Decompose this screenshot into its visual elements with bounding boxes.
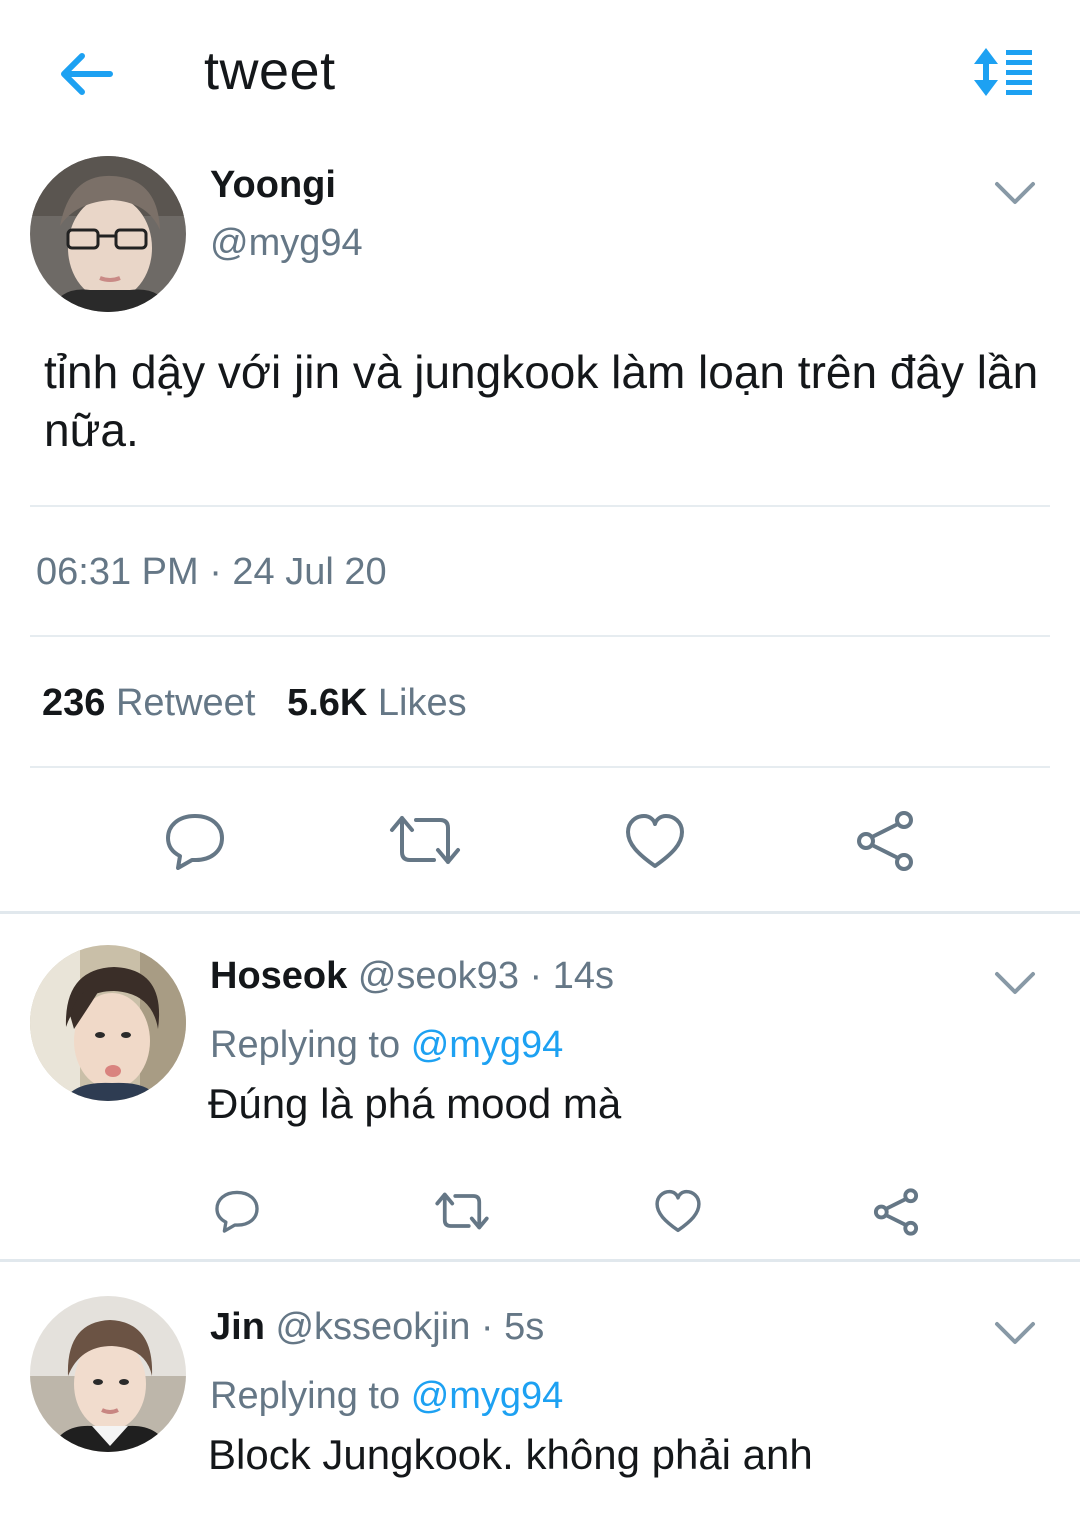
reply-author-handle[interactable]: @ksseokjin [275,1306,470,1348]
replying-label: Replying to [210,1375,401,1417]
author-name[interactable]: Yoongi [210,164,336,207]
tweet-text: tỉnh dậy với jin và jungkook làm loạn tr… [44,346,1039,456]
reply-header: Hoseok @seok93 · 14s [210,955,614,998]
divider [30,635,1050,637]
retweet-icon[interactable] [434,1190,490,1232]
reply-time: · 14s [529,955,615,997]
mention-link[interactable]: @myg94 [411,1024,564,1066]
replying-to: Replying to @myg94 [210,1375,563,1418]
replying-label: Replying to [210,1024,401,1066]
page-title: tweet [204,41,336,101]
share-icon[interactable] [872,1188,920,1236]
likes-count[interactable]: 5.6K [287,682,367,724]
mention-link[interactable]: @myg94 [411,1375,564,1417]
reply-header: Jin @ksseokjin · 5s [210,1306,544,1349]
back-arrow-icon[interactable] [56,50,116,98]
divider [30,505,1050,507]
avatar-yoongi[interactable] [30,156,186,312]
reply-icon[interactable] [164,812,226,870]
replying-to: Replying to @myg94 [210,1024,563,1067]
share-icon[interactable] [854,810,916,872]
like-heart-icon[interactable] [654,1188,702,1234]
avatar-hoseok[interactable] [30,945,186,1101]
reply-time: · 5s [480,1306,545,1348]
reply-text: Đúng là phá mood mà [208,1080,622,1127]
chevron-down-icon[interactable] [993,178,1037,208]
reply-text: Block Jungkook. không phải anh [208,1431,813,1478]
retweet-count[interactable]: 236 [42,682,105,724]
top-bar: tweet [0,0,1080,140]
reply-author-name[interactable]: Jin [210,1306,265,1348]
reply-icon[interactable] [214,1188,260,1234]
retweet-label[interactable]: Retweet [116,682,255,724]
section-divider [0,1259,1080,1262]
retweet-icon[interactable] [388,812,462,868]
section-divider [0,911,1080,914]
reply-author-name[interactable]: Hoseok [210,955,347,997]
chevron-down-icon[interactable] [993,968,1037,998]
chevron-down-icon[interactable] [993,1318,1037,1348]
like-heart-icon[interactable] [624,812,686,870]
reply-author-handle[interactable]: @seok93 [358,955,519,997]
likes-label[interactable]: Likes [378,682,467,724]
tweet-timestamp: 06:31 PM · 24 Jul 20 [36,551,387,593]
sort-list-icon[interactable] [970,46,1036,98]
divider [30,766,1050,768]
avatar-jin[interactable] [30,1296,186,1452]
tweet-stats: 236 Retweet 5.6K Likes [42,682,467,725]
author-handle[interactable]: @myg94 [210,222,363,265]
